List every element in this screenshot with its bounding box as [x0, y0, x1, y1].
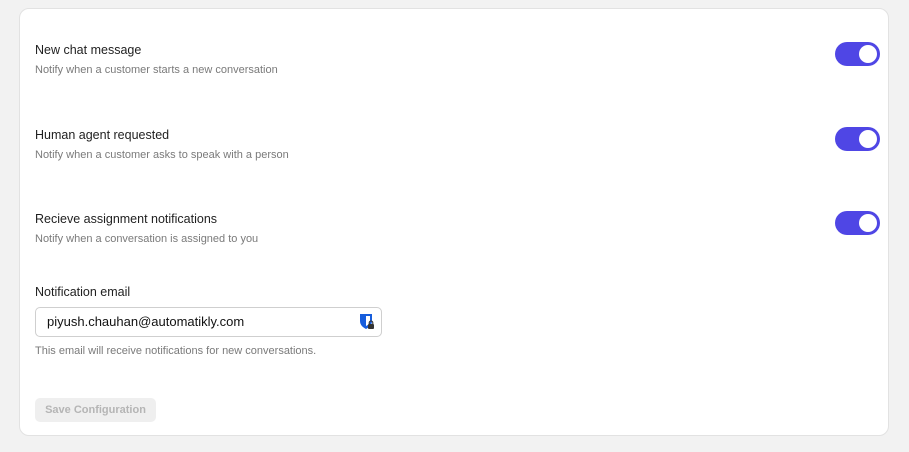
- notification-settings-card: New chat message Notify when a customer …: [19, 8, 889, 436]
- setting-description: Notify when a customer starts a new conv…: [35, 64, 278, 76]
- toggle-knob: [859, 130, 877, 148]
- setting-row-human-agent: Human agent requested Notify when a cust…: [35, 127, 880, 167]
- setting-title: New chat message: [35, 43, 142, 57]
- bitwarden-shield-lock-icon[interactable]: [359, 313, 375, 331]
- toggle-knob: [859, 214, 877, 232]
- notification-email-label: Notification email: [35, 285, 131, 299]
- setting-description: Notify when a customer asks to speak wit…: [35, 149, 289, 161]
- setting-description: Notify when a conversation is assigned t…: [35, 233, 259, 245]
- save-configuration-button[interactable]: Save Configuration: [35, 398, 156, 422]
- notification-email-input[interactable]: [47, 314, 347, 329]
- setting-title: Recieve assignment notifications: [35, 212, 218, 226]
- notification-email-help: This email will receive notifications fo…: [35, 345, 317, 357]
- notification-email-field[interactable]: [35, 307, 382, 337]
- toggle-knob: [859, 45, 877, 63]
- setting-row-new-chat: New chat message Notify when a customer …: [35, 42, 880, 82]
- new-chat-toggle[interactable]: [835, 42, 880, 66]
- human-agent-toggle[interactable]: [835, 127, 880, 151]
- assignment-toggle[interactable]: [835, 211, 880, 235]
- setting-row-assignment: Recieve assignment notifications Notify …: [35, 211, 880, 251]
- setting-title: Human agent requested: [35, 128, 170, 142]
